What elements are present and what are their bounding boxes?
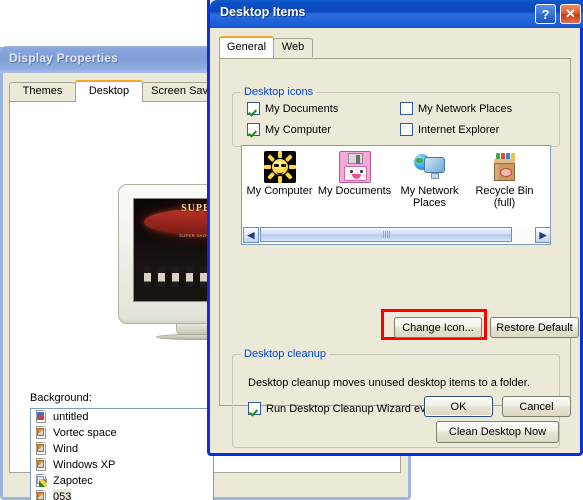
- tab-web[interactable]: Web: [273, 38, 313, 57]
- scrollbar-track[interactable]: [259, 227, 535, 243]
- tab-general-label: General: [226, 41, 267, 53]
- checkbox-icon[interactable]: [247, 102, 260, 115]
- desktop-cleanup-description: Desktop cleanup moves unused desktop ite…: [248, 377, 530, 389]
- gallery-item-recycle-bin-empty[interactable]: Recycle Bin (empty): [542, 146, 550, 226]
- gallery-item-my-network-places[interactable]: My Network Places: [392, 146, 467, 226]
- change-icon-button[interactable]: Change Icon...: [394, 317, 482, 338]
- list-item-label: untitled: [53, 411, 89, 423]
- restore-default-label: Restore Default: [496, 321, 573, 334]
- checkbox-icon[interactable]: [248, 402, 261, 415]
- gallery-item-label: Recycle Bin (full): [475, 185, 534, 209]
- checkbox-icon[interactable]: [247, 123, 260, 136]
- desktop-items-dialog: Desktop Items ? ✕ General Web Desktop ic…: [207, 0, 583, 456]
- checkbox-my-network-places[interactable]: My Network Places: [400, 102, 512, 115]
- restore-default-button[interactable]: Restore Default: [490, 317, 579, 338]
- checkbox-my-documents-label: My Documents: [265, 102, 339, 115]
- scroll-right-icon[interactable]: ▶: [535, 227, 550, 243]
- list-item-label: Zapotec: [53, 475, 93, 487]
- list-item-label: Vortec space: [53, 427, 117, 439]
- checkbox-my-network-places-label: My Network Places: [418, 102, 513, 115]
- smiley-floppy-icon: [338, 151, 371, 183]
- desktop-items-cancel-label: Cancel: [519, 400, 554, 413]
- help-icon-glyph: ?: [541, 6, 550, 22]
- desktop-icon-gallery[interactable]: My Computer My Documents My Network Plac…: [241, 145, 551, 245]
- clean-desktop-now-label: Clean Desktop Now: [448, 426, 547, 438]
- list-item[interactable]: Vortec space: [31, 425, 213, 441]
- network-globe-monitor-icon: [413, 151, 446, 183]
- screenshot-root: Display Properties Themes Desktop Screen…: [0, 0, 583, 500]
- gallery-items: My Computer My Documents My Network Plac…: [242, 146, 550, 226]
- desktop-items-client: General Web Desktop icons My Documents M…: [210, 28, 580, 453]
- scrollbar-grip: [382, 231, 390, 238]
- scroll-left-glyph: ◀: [247, 229, 255, 240]
- tab-desktop-label: Desktop: [88, 85, 130, 97]
- checkbox-icon[interactable]: [400, 123, 413, 136]
- tab-desktop[interactable]: Desktop: [75, 80, 143, 102]
- list-item-label: Wind: [53, 443, 79, 455]
- list-item[interactable]: Zapotec: [31, 473, 213, 489]
- list-item-label: 053: [53, 489, 72, 500]
- background-list[interactable]: untitled Vortec space Wind Windows XP Za…: [30, 408, 214, 500]
- gallery-scrollbar[interactable]: ◀ ▶: [243, 227, 550, 243]
- checkbox-my-documents[interactable]: My Documents: [247, 102, 338, 115]
- list-item-label: Windows XP: [53, 459, 116, 471]
- background-label: Background:: [30, 392, 92, 404]
- scrollbar-thumb[interactable]: [260, 227, 512, 242]
- bitmap-image-icon: [35, 442, 48, 456]
- bitmap-image-icon: [35, 426, 48, 440]
- gallery-item-my-computer[interactable]: My Computer: [242, 146, 317, 226]
- bitmap-image-icon: [35, 458, 48, 472]
- desktop-items-title: Desktop Items: [220, 5, 306, 19]
- paint-image-icon: [35, 474, 48, 488]
- desktop-items-tabpage: Desktop icons My Documents My Network Pl…: [219, 58, 579, 448]
- desktop-items-ok-button[interactable]: OK: [424, 396, 493, 417]
- change-icon-label: Change Icon...: [402, 321, 474, 334]
- desktop-items-cancel-button[interactable]: Cancel: [502, 396, 571, 417]
- tab-web-label: Web: [281, 41, 305, 53]
- desktop-cleanup-group-title: Desktop cleanup: [241, 348, 329, 360]
- desktop-icons-group-title: Desktop icons: [241, 86, 317, 98]
- checkbox-internet-explorer[interactable]: Internet Explorer: [400, 123, 499, 136]
- desktop-items-titlebar[interactable]: Desktop Items ? ✕: [210, 0, 583, 28]
- bitmap-image-icon: [35, 490, 48, 500]
- misc-image-icon: [35, 410, 48, 424]
- gallery-item-label: Recycle Bin (empty): [542, 185, 550, 209]
- gallery-item-label: My Computer: [246, 185, 313, 197]
- list-item[interactable]: untitled: [31, 409, 213, 425]
- clean-desktop-now-button[interactable]: Clean Desktop Now: [436, 421, 559, 443]
- close-icon[interactable]: ✕: [560, 4, 581, 24]
- desktop-items-ok-label: OK: [450, 400, 467, 413]
- display-properties-title: Display Properties: [9, 51, 118, 65]
- gallery-item-label: My Network Places: [400, 185, 459, 209]
- gallery-item-my-documents[interactable]: My Documents: [317, 146, 392, 226]
- list-item[interactable]: Windows XP: [31, 457, 213, 473]
- gallery-item-recycle-bin-full[interactable]: Recycle Bin (full): [467, 146, 542, 226]
- help-icon[interactable]: ?: [535, 4, 556, 24]
- tab-themes-label: Themes: [22, 85, 63, 97]
- desktop-icons-group: Desktop icons My Documents My Network Pl…: [232, 86, 560, 147]
- paper-bag-full-icon: [489, 151, 521, 183]
- scroll-right-glyph: ▶: [539, 229, 547, 240]
- tab-themes[interactable]: Themes: [9, 82, 76, 101]
- scroll-left-icon[interactable]: ◀: [243, 227, 259, 243]
- sun-sunglasses-icon: [263, 151, 296, 183]
- close-icon-glyph: ✕: [565, 6, 576, 21]
- checkbox-my-computer[interactable]: My Computer: [247, 123, 331, 136]
- checkbox-internet-explorer-label: Internet Explorer: [418, 123, 500, 136]
- checkbox-my-computer-label: My Computer: [265, 123, 332, 136]
- list-item[interactable]: 053: [31, 489, 213, 500]
- gallery-item-label: My Documents: [317, 185, 392, 197]
- list-item[interactable]: Wind: [31, 441, 213, 457]
- checkbox-icon[interactable]: [400, 102, 413, 115]
- tab-general[interactable]: General: [219, 36, 274, 58]
